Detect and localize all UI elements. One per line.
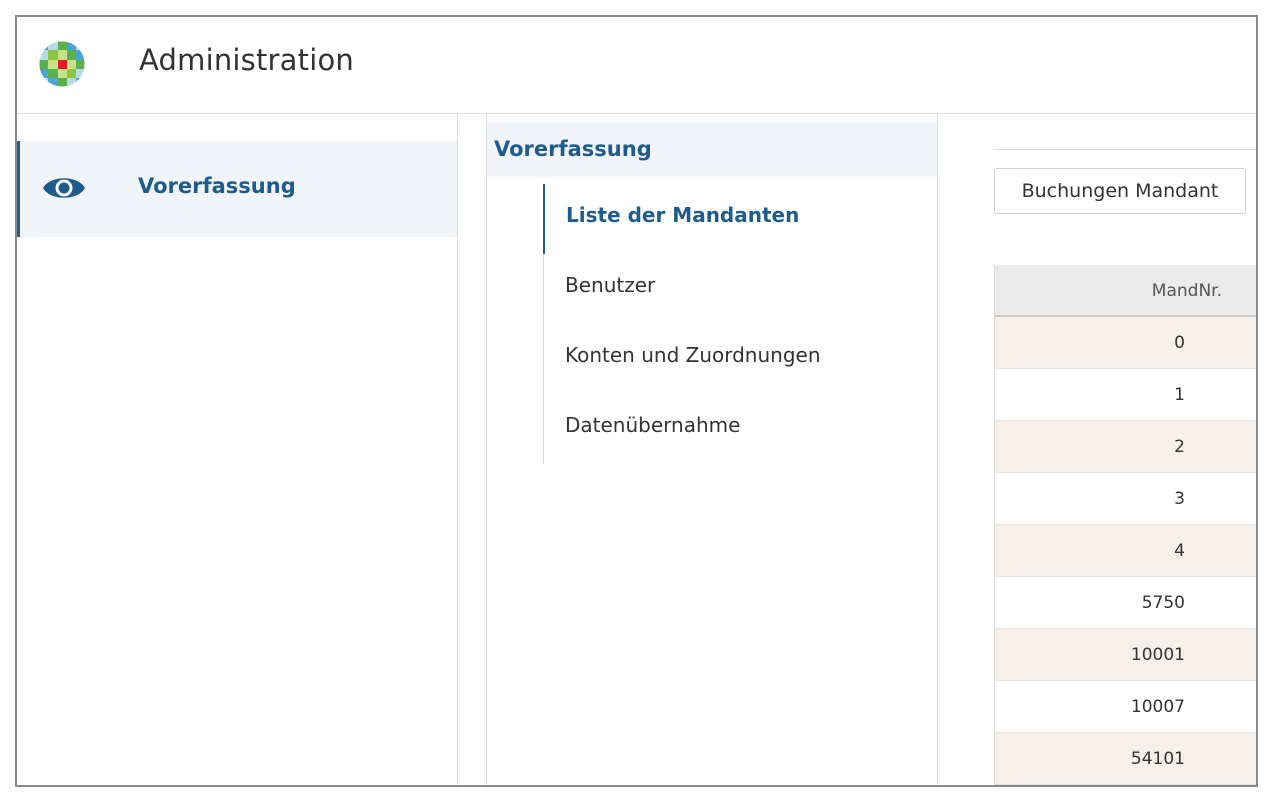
app-header: Administration xyxy=(17,17,1256,114)
column-header-mandnr[interactable]: MandNr. xyxy=(1152,265,1222,317)
table-cell: 0 xyxy=(1174,333,1185,353)
table-cell: 1 xyxy=(1174,385,1185,405)
subnav-item-liste-der-mandanten[interactable]: Liste der Mandanten xyxy=(543,184,925,254)
table-row[interactable]: 4 xyxy=(995,525,1256,577)
table-cell: 10001 xyxy=(1130,645,1185,665)
table-header: MandNr. xyxy=(995,265,1256,317)
wolters-kluwer-logo-icon xyxy=(39,41,85,87)
panel-divider xyxy=(458,114,487,785)
subnav-item-benutzer[interactable]: Benutzer xyxy=(544,254,924,324)
sidebar: Vorerfassung xyxy=(17,114,458,785)
mandanten-table: MandNr. 0 1 2 3 4 5750 10001 10007 54101 xyxy=(994,265,1256,785)
table-row[interactable]: 10007 xyxy=(995,681,1256,733)
subnav-item-datenuebernahme[interactable]: Datenübernahme xyxy=(544,394,924,464)
table-cell: 2 xyxy=(1174,437,1185,457)
subnav-item-label: Datenübernahme xyxy=(565,413,741,437)
subnav-heading-label: Vorerfassung xyxy=(494,137,652,161)
eye-icon xyxy=(43,178,85,198)
table-row[interactable]: 2 xyxy=(995,421,1256,473)
table-row[interactable]: 3 xyxy=(995,473,1256,525)
main-content: Buchungen Mandant MandNr. 0 1 2 3 4 5750… xyxy=(938,114,1256,785)
app-window: Administration Vorerfassung Vorerfassung… xyxy=(15,15,1258,787)
sidebar-item-label: Vorerfassung xyxy=(138,174,296,198)
sub-navigation: Vorerfassung Liste der Mandanten Benutze… xyxy=(487,114,938,785)
table-row[interactable]: 5750 xyxy=(995,577,1256,629)
table-row[interactable]: 10001 xyxy=(995,629,1256,681)
table-row[interactable]: 1 xyxy=(995,369,1256,421)
table-row[interactable]: 54101 xyxy=(995,733,1256,785)
sidebar-item-vorerfassung[interactable]: Vorerfassung xyxy=(17,141,457,237)
subnav-list: Liste der Mandanten Benutzer Konten und … xyxy=(543,184,924,464)
subnav-item-label: Liste der Mandanten xyxy=(566,203,800,227)
table-cell: 5750 xyxy=(1141,593,1185,613)
table-cell: 10007 xyxy=(1130,697,1185,717)
divider xyxy=(994,149,1256,150)
buchungen-mandant-button[interactable]: Buchungen Mandant xyxy=(994,168,1246,214)
table-cell: 54101 xyxy=(1130,749,1185,769)
table-cell: 4 xyxy=(1174,541,1185,561)
table-row[interactable]: 0 xyxy=(995,317,1256,369)
page-title: Administration xyxy=(139,43,355,77)
subnav-item-konten-und-zuordnungen[interactable]: Konten und Zuordnungen xyxy=(544,324,924,394)
subnav-item-label: Benutzer xyxy=(565,273,656,297)
subnav-item-label: Konten und Zuordnungen xyxy=(565,343,821,367)
subnav-heading: Vorerfassung xyxy=(487,122,937,177)
table-cell: 3 xyxy=(1174,489,1185,509)
